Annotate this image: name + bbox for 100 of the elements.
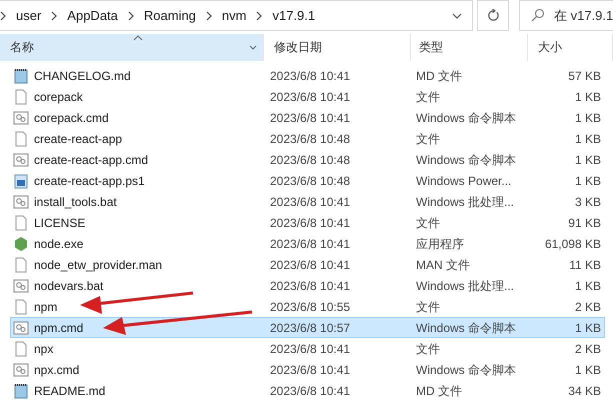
type-cell-text: 文件	[415, 298, 441, 314]
breadcrumb-item[interactable]: nvm	[222, 8, 246, 23]
refresh-icon	[486, 9, 500, 22]
type-cell-text: Windows 批处理...	[415, 278, 516, 294]
breadcrumb-item[interactable]: Roaming	[144, 8, 196, 23]
hexagon-icon	[13, 236, 29, 252]
file-row[interactable]: create-react-app.ps1 2023/6/8 10:48 Windows Power... 1 KB	[10, 170, 605, 191]
file-name: install_tools.bat	[34, 194, 117, 210]
column-header[interactable]: 类型	[411, 34, 528, 61]
search-field[interactable]: 在 v17.9.1	[519, 0, 613, 31]
size-cell-text: 1 KB	[574, 172, 602, 188]
file-row[interactable]: create-react-app 2023/6/8 10:48 文件 1 KB	[10, 128, 605, 149]
file-row[interactable]: install_tools.bat 2023/6/8 10:41 Windows 批处理... 3 KB	[10, 191, 605, 212]
file-row[interactable]: npm.cmd 2023/6/8 10:57 Windows 命令脚本 1 KB	[10, 317, 605, 338]
date-cell-text: 2023/6/8 10:41	[269, 278, 352, 294]
file-row[interactable]: nodevars.bat 2023/6/8 10:41 Windows 批处理... 1 KB	[10, 275, 605, 296]
file-row[interactable]: npx.cmd 2023/6/8 10:41 Windows 命令脚本 1 KB	[10, 359, 605, 380]
chevron-right-icon	[51, 10, 58, 20]
script-icon	[13, 172, 29, 188]
notepad-icon	[13, 68, 29, 84]
date-cell-text: 2023/6/8 10:41	[269, 340, 352, 356]
sort-caret-icon	[133, 35, 143, 41]
file-row[interactable]: node.exe 2023/6/8 10:41 应用程序 61,098 KB	[10, 233, 605, 254]
file-row[interactable]: npx 2023/6/8 10:41 文件 2 KB	[10, 338, 605, 359]
file-name: npm.cmd	[34, 320, 84, 336]
date-cell-text: 2023/6/8 10:41	[269, 68, 352, 84]
breadcrumb-item[interactable]: user	[16, 8, 42, 23]
dropdown-icon[interactable]	[452, 12, 462, 18]
date-cell-text: 2023/6/8 10:41	[269, 214, 352, 230]
file-name: corepack.cmd	[34, 110, 109, 126]
column-header[interactable]: 大小	[528, 34, 613, 61]
date-cell-text: 2023/6/8 10:41	[269, 382, 352, 398]
notepad-icon	[13, 382, 29, 398]
dropdown-icon[interactable]	[249, 45, 257, 50]
size-cell-text: 61,098 KB	[544, 236, 602, 252]
file-row[interactable]: LICENSE 2023/6/8 10:41 文件 91 KB	[10, 212, 605, 233]
file-name: node.exe	[34, 236, 84, 252]
file-name: LICENSE	[34, 214, 86, 230]
gear-file-icon	[13, 362, 29, 378]
file-icon	[13, 340, 29, 356]
file-name: nodevars.bat	[34, 278, 104, 294]
file-name: node_etw_provider.man	[34, 256, 162, 272]
file-row[interactable]: corepack.cmd 2023/6/8 10:41 Windows 命令脚本 1 KB	[10, 107, 605, 128]
file-row[interactable]: create-react-app.cmd 2023/6/8 10:48 Windows 命令脚本 1 KB	[10, 149, 605, 170]
size-cell-text: 34 KB	[567, 382, 602, 398]
type-cell-text: 文件	[415, 88, 441, 104]
file-name: npx.cmd	[34, 362, 80, 378]
size-cell-text: 57 KB	[567, 68, 602, 84]
column-header[interactable]: 名称	[0, 34, 264, 61]
type-cell-text: MAN 文件	[415, 256, 471, 272]
size-cell-text: 1 KB	[574, 320, 602, 336]
file-row[interactable]: node_etw_provider.man 2023/6/8 10:41 MAN 文件 11 KB	[10, 254, 605, 275]
chevron-right-icon	[128, 10, 134, 20]
column-header[interactable]: 修改日期	[264, 34, 411, 61]
gear-file-icon	[13, 110, 29, 126]
date-cell-text: 2023/6/8 10:41	[269, 194, 352, 210]
type-cell-text: 文件	[415, 340, 441, 356]
size-cell-text: 91 KB	[567, 214, 602, 230]
file-row[interactable]: CHANGELOG.md 2023/6/8 10:41 MD 文件 57 KB	[10, 65, 605, 86]
file-row[interactable]: corepack 2023/6/8 10:41 文件 1 KB	[10, 86, 605, 107]
file-name: corepack	[34, 88, 83, 104]
gear-file-icon	[13, 278, 29, 294]
date-cell-text: 2023/6/8 10:48	[269, 152, 352, 168]
file-icon	[13, 130, 29, 146]
file-name: CHANGELOG.md	[34, 68, 131, 84]
refresh-button[interactable]	[477, 0, 509, 31]
file-name: create-react-app.ps1	[34, 172, 145, 188]
gear-file-icon	[13, 320, 29, 336]
type-cell-text: Windows 命令脚本	[415, 362, 518, 378]
address-bar[interactable]: user AppData Roaming nvm v17.9.1	[0, 0, 473, 31]
date-cell-text: 2023/6/8 10:48	[269, 172, 352, 188]
file-icon	[13, 298, 29, 314]
type-cell-text: Windows 命令脚本	[415, 320, 518, 336]
file-name: create-react-app.cmd	[34, 152, 148, 168]
type-cell-text: Windows 命令脚本	[415, 110, 518, 126]
date-cell-text: 2023/6/8 10:41	[269, 362, 352, 378]
file-name: README.md	[34, 382, 106, 398]
date-cell-text: 2023/6/8 10:41	[269, 110, 352, 126]
chevron-right-icon	[206, 10, 212, 20]
chevron-right-icon	[256, 10, 262, 20]
date-cell-text: 2023/6/8 10:41	[269, 88, 352, 104]
file-row[interactable]: README.md 2023/6/8 10:41 MD 文件 34 KB	[10, 380, 605, 401]
breadcrumb-item[interactable]: AppData	[67, 8, 118, 23]
chevron-right-icon	[0, 10, 6, 20]
type-cell-text: MD 文件	[415, 382, 463, 398]
type-cell-text: Windows Power...	[415, 172, 512, 188]
gear-file-icon	[13, 194, 29, 210]
size-cell-text: 1 KB	[574, 362, 602, 378]
file-name: create-react-app	[34, 130, 122, 146]
file-name: npm	[34, 298, 58, 314]
size-cell-text: 1 KB	[574, 152, 602, 168]
file-icon	[13, 214, 29, 230]
type-cell-text: 文件	[415, 214, 441, 230]
type-cell-text: Windows 批处理...	[415, 194, 516, 210]
breadcrumb-item[interactable]: v17.9.1	[272, 8, 316, 23]
size-cell-text: 1 KB	[574, 110, 602, 126]
type-cell-text: 文件	[415, 130, 441, 146]
type-cell-text: 应用程序	[415, 236, 465, 252]
file-row[interactable]: npm 2023/6/8 10:55 文件 2 KB	[10, 296, 605, 317]
date-cell-text: 2023/6/8 10:41	[269, 236, 352, 252]
